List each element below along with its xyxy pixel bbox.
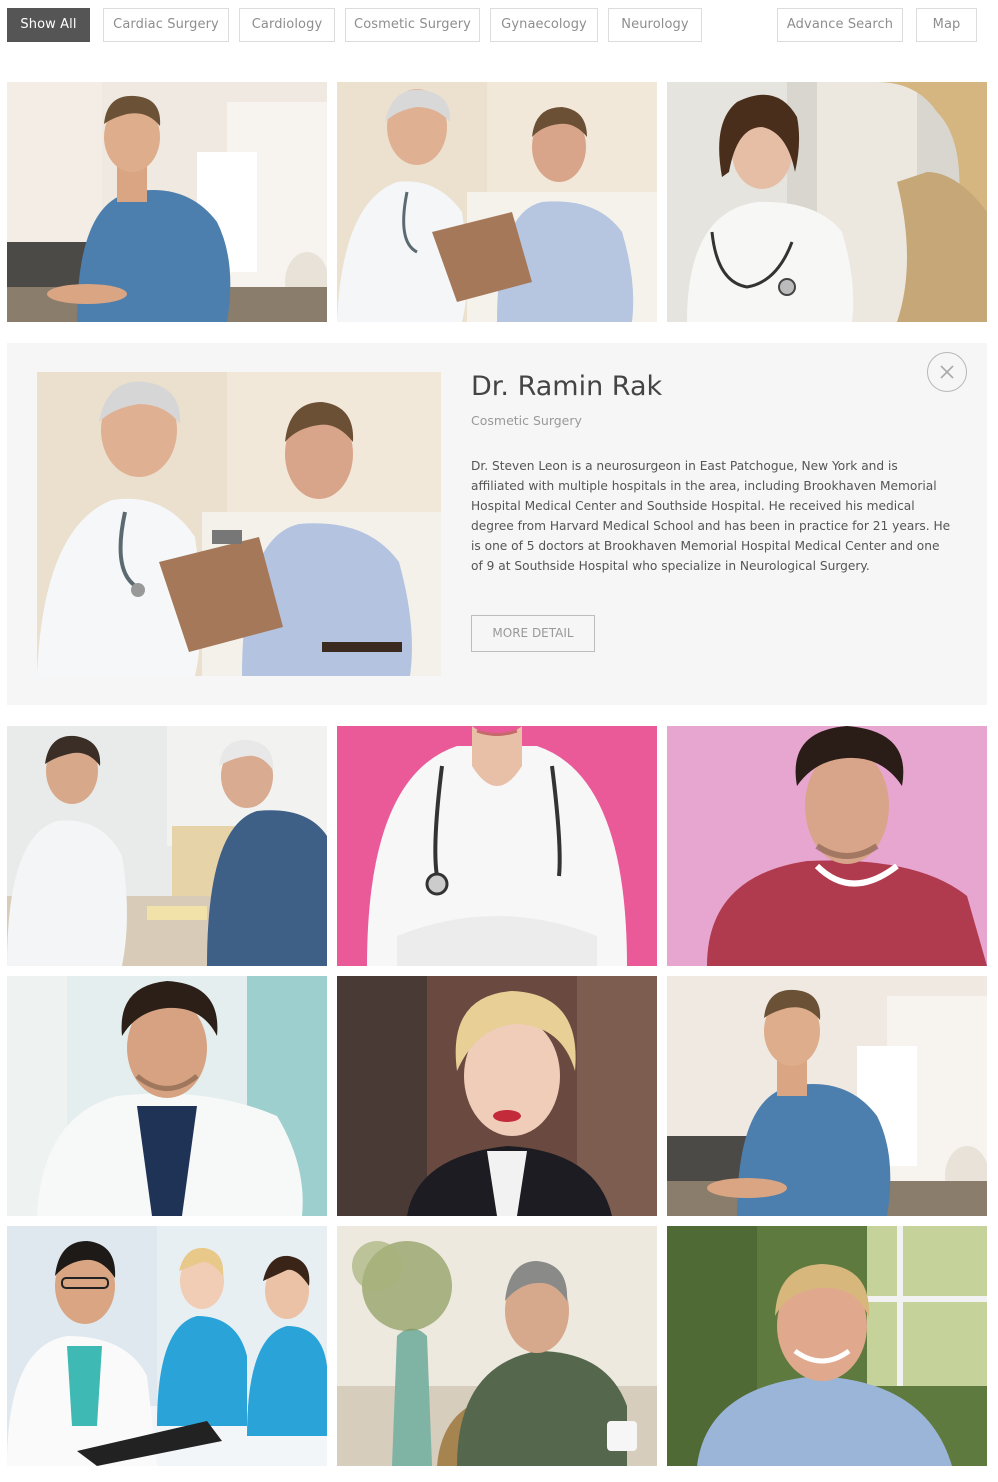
doctor-photo-3[interactable] <box>667 82 987 322</box>
doctor-photo-5[interactable] <box>337 726 657 966</box>
doctor-photo-12[interactable] <box>667 1226 987 1466</box>
filter-cardiology[interactable]: Cardiology <box>239 8 335 42</box>
doctor-photo-2-image <box>337 82 657 322</box>
filter-cosmetic-surgery[interactable]: Cosmetic Surgery <box>345 8 480 42</box>
doctor-specialty: Cosmetic Surgery <box>471 413 582 428</box>
doctor-photo-4-image <box>7 726 327 966</box>
doctor-detail-image <box>37 372 441 676</box>
filter-neurology[interactable]: Neurology <box>608 8 702 42</box>
advance-search-button[interactable]: Advance Search <box>777 8 903 42</box>
doctor-detail-panel: Dr. Ramin Rak Cosmetic Surgery Dr. Steve… <box>7 343 987 705</box>
doctor-photo-3-image <box>667 82 987 322</box>
doctor-photo-1[interactable] <box>7 82 327 322</box>
close-button[interactable] <box>927 352 967 392</box>
doctor-photo-5-image <box>337 726 657 966</box>
doctor-photo-2[interactable] <box>337 82 657 322</box>
filter-show-all[interactable]: Show All <box>7 8 90 42</box>
doctor-photo-9[interactable] <box>667 976 987 1216</box>
doctor-photo-8-image <box>337 976 657 1216</box>
doctor-photo-1-image <box>7 82 327 322</box>
filter-gynaecology[interactable]: Gynaecology <box>490 8 598 42</box>
doctor-photo-9-image <box>667 976 987 1216</box>
doctor-photo-11-image <box>337 1226 657 1466</box>
close-icon <box>940 365 954 379</box>
doctor-photo-10-image <box>7 1226 327 1466</box>
more-detail-button[interactable]: MORE DETAIL <box>471 615 595 652</box>
doctor-photo-12-image <box>667 1226 987 1466</box>
doctor-photo-10[interactable] <box>7 1226 327 1466</box>
doctor-photo-6[interactable] <box>667 726 987 966</box>
doctor-photo-8[interactable] <box>337 976 657 1216</box>
doctor-photo-7-image <box>7 976 327 1216</box>
doctor-detail-photo <box>37 372 441 676</box>
doctor-photo-7[interactable] <box>7 976 327 1216</box>
filter-cardiac-surgery[interactable]: Cardiac Surgery <box>103 8 229 42</box>
doctor-photo-11[interactable] <box>337 1226 657 1466</box>
doctor-photo-4[interactable] <box>7 726 327 966</box>
doctor-name: Dr. Ramin Rak <box>471 371 663 402</box>
map-button[interactable]: Map <box>916 8 977 42</box>
doctor-bio: Dr. Steven Leon is a neurosurgeon in Eas… <box>471 459 951 573</box>
doctor-photo-6-image <box>667 726 987 966</box>
